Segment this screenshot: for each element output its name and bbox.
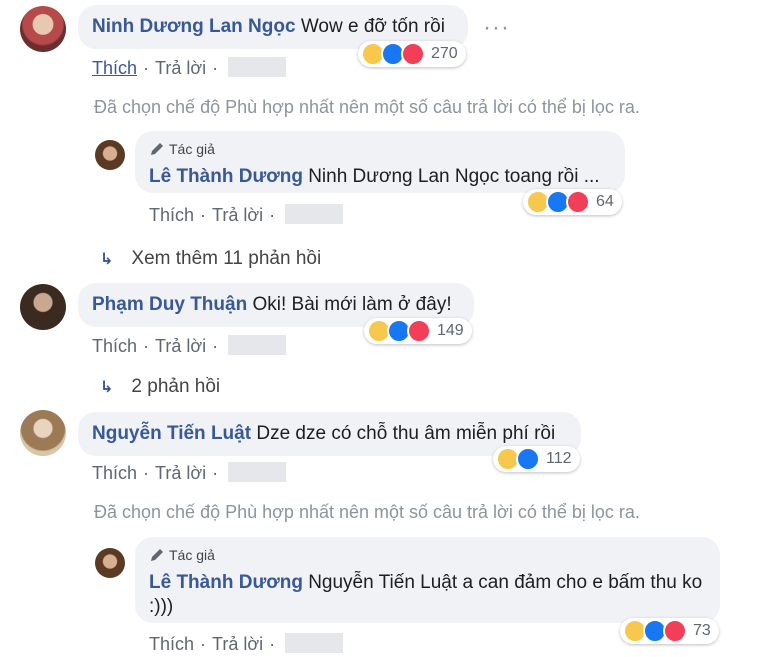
pen-icon (151, 549, 163, 561)
love-icon (407, 319, 431, 343)
like-icon (516, 447, 540, 471)
comment-text: Dze dze có chỗ thu âm miễn phí rồi (256, 423, 556, 444)
more-options-icon[interactable]: ··· (483, 14, 510, 42)
timestamp[interactable] (228, 462, 287, 482)
comment-text: Oki! Bài mới làm ở đây! (252, 294, 452, 315)
filter-note: Đã chọn chế độ Phù hợp nhất nên một số c… (94, 502, 640, 522)
timestamp[interactable] (285, 204, 344, 224)
timestamp[interactable] (228, 57, 287, 77)
comment-actions: Thích · Trả lời · (92, 57, 287, 79)
commenter-name[interactable]: Lê Thành Dương (149, 166, 303, 187)
like-link[interactable]: Thích (149, 205, 194, 225)
reaction-summary[interactable]: 73 (620, 618, 719, 644)
like-link[interactable]: Thích (92, 58, 137, 78)
comment-actions: Thích · Trả lời · (92, 335, 287, 357)
timestamp[interactable] (285, 633, 344, 653)
comment-actions: Thích · Trả lời · (92, 462, 287, 484)
filter-note: Đã chọn chế độ Phù hợp nhất nên một số c… (94, 97, 640, 117)
commenter-name[interactable]: Nguyễn Tiến Luật (92, 423, 251, 444)
reaction-count: 64 (596, 193, 614, 210)
commenter-name[interactable]: Ninh Dương Lan Ngọc (92, 16, 296, 37)
avatar[interactable] (20, 6, 66, 52)
like-link[interactable]: Thích (92, 336, 137, 356)
commenter-name[interactable]: Phạm Duy Thuận (92, 294, 247, 315)
commenter-name[interactable]: Lê Thành Dương (149, 572, 303, 593)
author-badge: Tác giả (149, 137, 611, 161)
reply-link[interactable]: Trả lời (155, 58, 206, 78)
reaction-count: 270 (431, 45, 458, 62)
reaction-summary[interactable]: 149 (364, 318, 472, 344)
love-icon (566, 190, 590, 214)
author-badge: Tác giả (149, 543, 706, 567)
view-more-replies[interactable]: ↳ Xem thêm 11 phản hồi (100, 248, 321, 270)
view-more-replies[interactable]: ↳ 2 phản hồi (100, 376, 220, 398)
reaction-summary[interactable]: 270 (358, 41, 466, 67)
love-icon (401, 42, 425, 66)
reply-arrow-icon: ↳ (100, 251, 114, 268)
reply-bubble: Tác giả Lê Thành Dương Ninh Dương Lan Ng… (135, 131, 625, 193)
reply-link[interactable]: Trả lời (155, 463, 206, 483)
reaction-count: 112 (546, 450, 572, 467)
mention-tag[interactable]: Ninh Dương Lan Ngọc (308, 166, 499, 187)
avatar[interactable] (95, 140, 125, 170)
comment-text: toang rồi ... (504, 166, 600, 187)
reaction-summary[interactable]: 64 (523, 189, 622, 215)
timestamp[interactable] (228, 335, 287, 355)
reaction-count: 149 (437, 322, 464, 339)
reaction-count: 73 (693, 622, 711, 639)
reply-arrow-icon: ↳ (100, 379, 114, 396)
reply-bubble: Tác giả Lê Thành Dương Nguyễn Tiến Luật … (135, 537, 720, 623)
comment-actions: Thích · Trả lời · (149, 633, 344, 655)
pen-icon (151, 143, 163, 155)
comment-text: Wow e đỡ tốn rồi (300, 16, 445, 37)
avatar[interactable] (20, 410, 66, 456)
avatar[interactable] (20, 284, 66, 330)
reply-link[interactable]: Trả lời (212, 634, 263, 654)
love-icon (663, 619, 687, 643)
like-link[interactable]: Thích (92, 463, 137, 483)
comment-actions: Thích · Trả lời · (149, 204, 344, 226)
reply-link[interactable]: Trả lời (212, 205, 263, 225)
avatar[interactable] (95, 548, 125, 578)
like-link[interactable]: Thích (149, 634, 194, 654)
mention-tag[interactable]: Nguyễn Tiến Luật (308, 572, 457, 593)
reply-link[interactable]: Trả lời (155, 336, 206, 356)
reaction-summary[interactable]: 112 (493, 446, 580, 472)
